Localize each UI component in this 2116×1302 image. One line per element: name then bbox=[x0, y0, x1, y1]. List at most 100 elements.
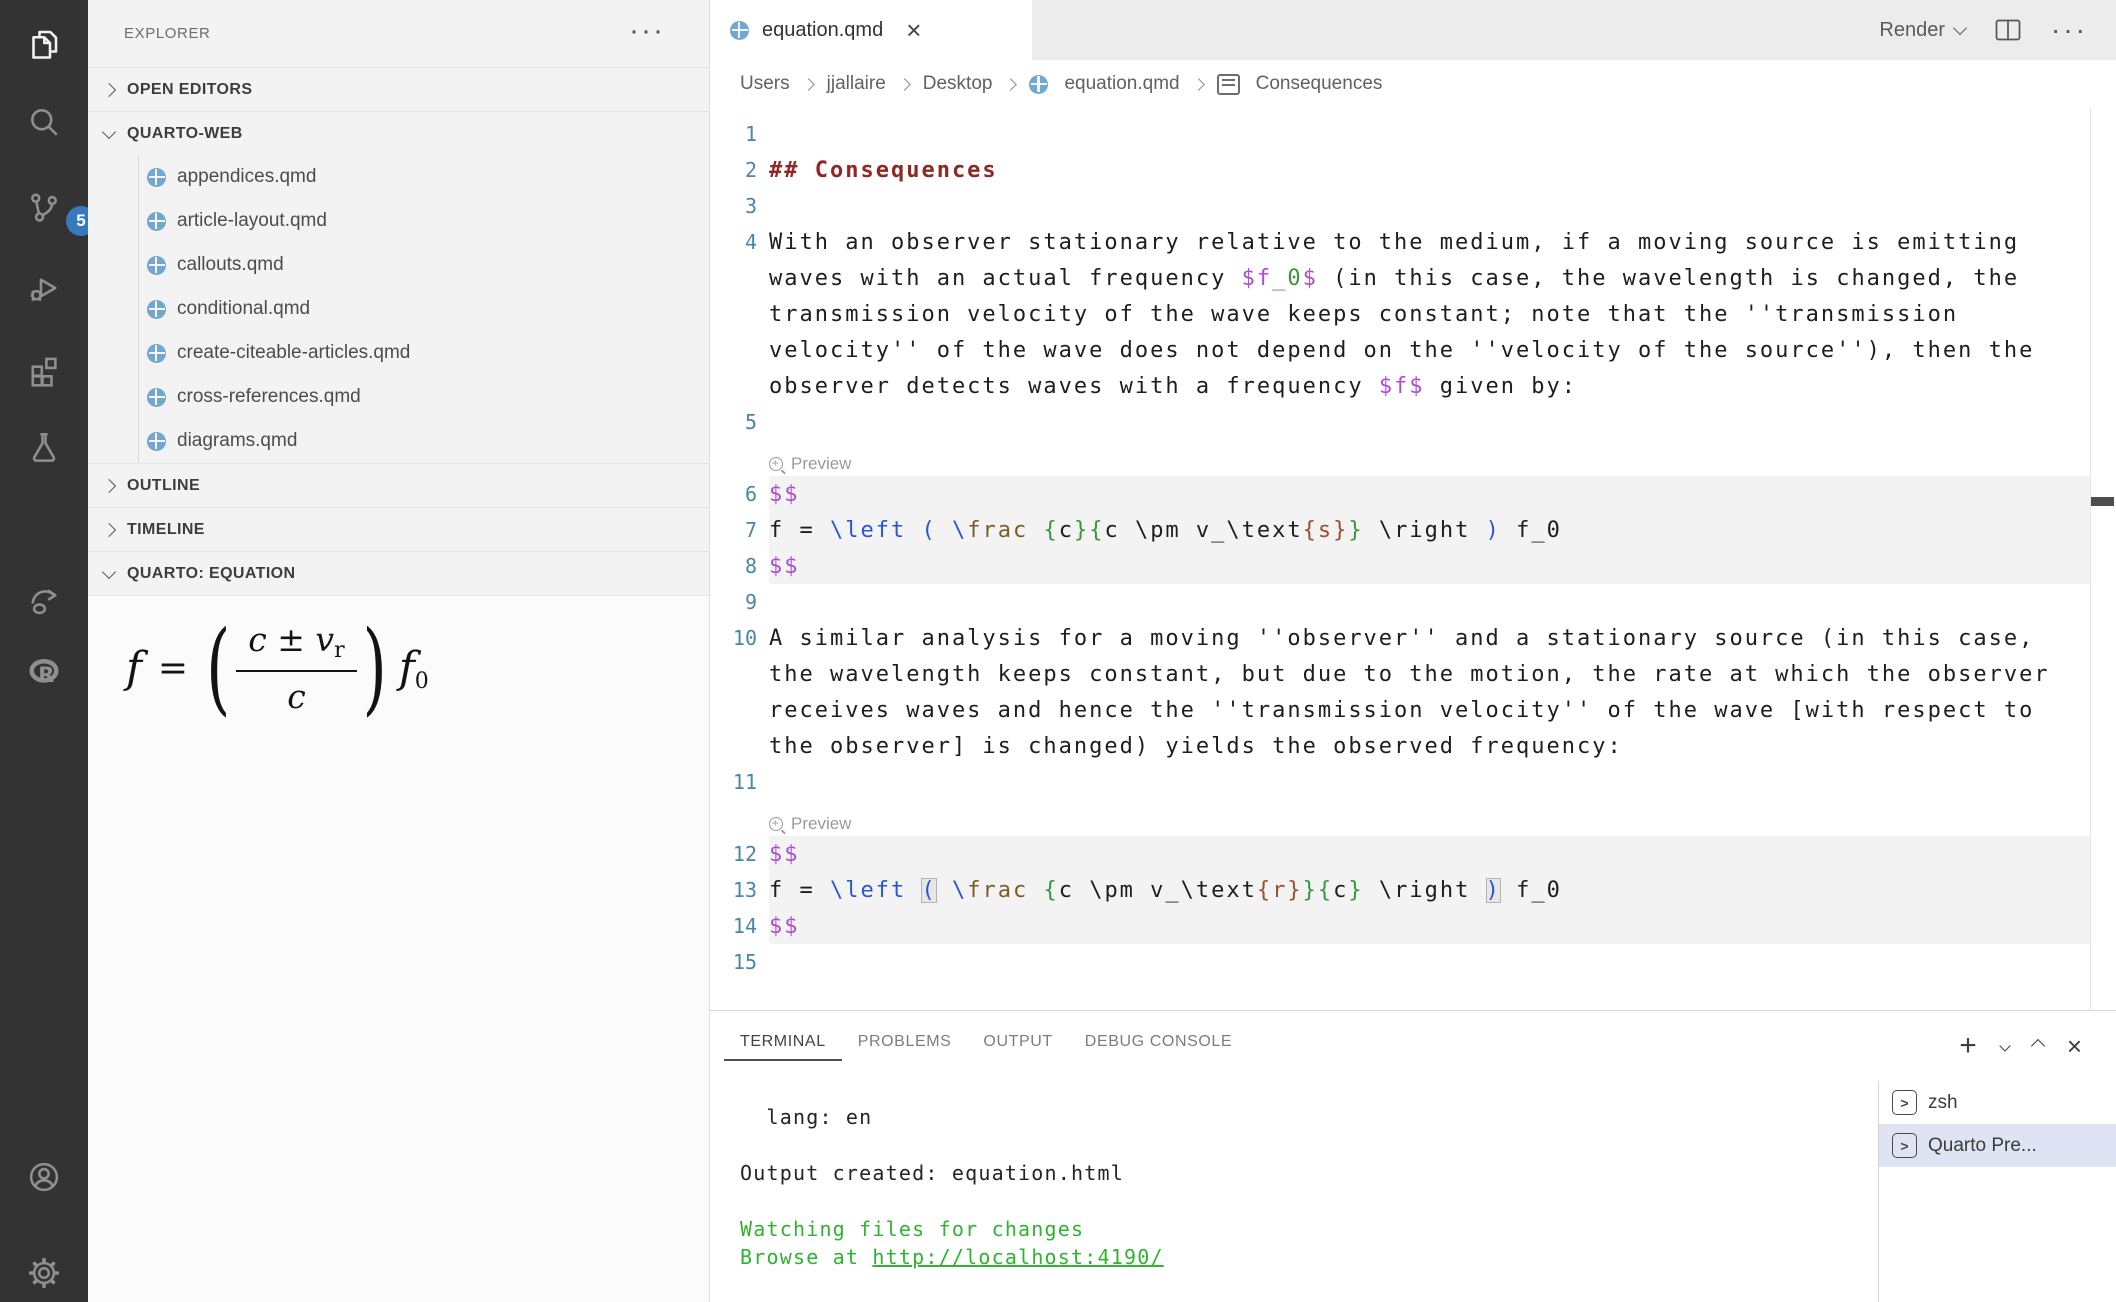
breadcrumb-section[interactable]: Consequences bbox=[1256, 73, 1383, 95]
codelens-preview-link[interactable]: Preview bbox=[769, 454, 851, 476]
file-name: create-citeable-articles.qmd bbox=[177, 342, 410, 364]
code-line: 3 bbox=[710, 188, 2116, 224]
terminal-instance-label: Quarto Pre... bbox=[1928, 1135, 2037, 1157]
explorer-icon[interactable] bbox=[26, 26, 62, 62]
run-and-debug-icon[interactable] bbox=[26, 270, 62, 306]
file-name: appendices.qmd bbox=[177, 166, 316, 188]
quarto-file-icon bbox=[147, 388, 166, 407]
extensions-icon[interactable] bbox=[26, 352, 62, 388]
section-quarto-equation[interactable]: QUARTO: EQUATION bbox=[88, 551, 709, 595]
code-line: 15 bbox=[710, 944, 2116, 980]
line-number: 2 bbox=[710, 158, 769, 182]
file-item[interactable]: create-citeable-articles.qmd bbox=[88, 331, 709, 375]
panel-tab-problems[interactable]: PROBLEMS bbox=[842, 1017, 968, 1061]
file-item[interactable]: diagrams.qmd bbox=[88, 419, 709, 463]
file-item[interactable]: article-layout.qmd bbox=[88, 199, 709, 243]
terminal-output[interactable]: lang: enOutput created: equation.htmlWat… bbox=[710, 1067, 1900, 1302]
panel-tab-output[interactable]: OUTPUT bbox=[967, 1017, 1068, 1061]
terminal-profile-dropdown-icon[interactable] bbox=[2001, 1037, 2009, 1055]
quarto-file-icon bbox=[730, 21, 749, 40]
code-line: the observer] is changed) yields the obs… bbox=[710, 728, 2116, 764]
line-number: 4 bbox=[710, 230, 769, 254]
code-editor[interactable]: 12## Consequences34With an observer stat… bbox=[710, 108, 2116, 1018]
terminal-list: >zsh>Quarto Pre... bbox=[1878, 1081, 2116, 1302]
code-line: 8$$ bbox=[710, 548, 2116, 584]
section-quarto-web[interactable]: QUARTO-WEB bbox=[88, 111, 709, 155]
breadcrumb: Users jjallaire Desktop equation.qmd Con… bbox=[710, 60, 2116, 108]
rendered-equation: f = ( c ± vr c ) f0 bbox=[126, 620, 429, 716]
breadcrumb-users[interactable]: Users bbox=[740, 73, 790, 95]
code-line: 14$$ bbox=[710, 908, 2116, 944]
file-item[interactable]: callouts.qmd bbox=[88, 243, 709, 287]
editor-group: equation.qmd × Render ··· Users jjallair… bbox=[710, 0, 2116, 1302]
close-panel-icon[interactable]: × bbox=[2067, 1033, 2082, 1059]
source-control-icon[interactable]: 5 bbox=[26, 190, 62, 226]
file-item[interactable]: cross-references.qmd bbox=[88, 375, 709, 419]
breadcrumb-desktop[interactable]: Desktop bbox=[923, 73, 993, 95]
chevron-right-icon bbox=[1005, 78, 1018, 91]
editor-more-actions-icon[interactable]: ··· bbox=[2051, 14, 2088, 46]
terminal-line bbox=[740, 1133, 1900, 1161]
split-editor-icon[interactable] bbox=[1995, 19, 2021, 41]
quarto-file-icon bbox=[147, 432, 166, 451]
panel-tab-debug-console[interactable]: DEBUG CONSOLE bbox=[1069, 1017, 1248, 1061]
code-line: 6$$ bbox=[710, 476, 2116, 512]
r-language-icon[interactable]: R bbox=[26, 654, 62, 690]
overview-ruler[interactable] bbox=[2090, 108, 2091, 1010]
vscode-window: 5 bbox=[0, 0, 2116, 1302]
codelens-preview-link[interactable]: Preview bbox=[769, 814, 851, 836]
breadcrumb-jjallaire[interactable]: jjallaire bbox=[827, 73, 886, 95]
line-number: 1 bbox=[710, 122, 769, 146]
terminal-link[interactable]: http://localhost:4190/ bbox=[872, 1245, 1163, 1269]
sidebar-title: EXPLORER ··· bbox=[88, 0, 709, 67]
section-outline[interactable]: OUTLINE bbox=[88, 463, 709, 507]
bottom-panel: TERMINALPROBLEMSOUTPUTDEBUG CONSOLE + × … bbox=[710, 1010, 2116, 1302]
tab-equation-qmd[interactable]: equation.qmd × bbox=[710, 0, 1032, 60]
code-line: observer detects waves with a frequency … bbox=[710, 368, 2116, 404]
terminal-line bbox=[740, 1189, 1900, 1217]
sidebar-more-actions-icon[interactable]: ··· bbox=[629, 14, 665, 48]
line-number: 12 bbox=[710, 842, 769, 866]
tab-close-icon[interactable]: × bbox=[906, 17, 921, 43]
new-terminal-icon[interactable]: + bbox=[1959, 1031, 1977, 1061]
code-line: 1 bbox=[710, 116, 2116, 152]
overview-ruler-mark bbox=[2091, 497, 2114, 506]
code-line: transmission velocity of the wave keeps … bbox=[710, 296, 2116, 332]
chevron-down-icon bbox=[102, 124, 116, 138]
settings-gear-icon[interactable] bbox=[26, 1255, 62, 1291]
svg-text:R: R bbox=[38, 663, 54, 687]
accounts-icon[interactable] bbox=[26, 1159, 62, 1195]
line-number: 5 bbox=[710, 410, 769, 434]
line-number: 7 bbox=[710, 518, 769, 542]
chevron-down-icon bbox=[102, 564, 116, 578]
terminal-instance-quarto-pre-[interactable]: >Quarto Pre... bbox=[1879, 1124, 2116, 1167]
code-line: waves with an actual frequency $f_0$ (in… bbox=[710, 260, 2116, 296]
code-line: velocity'' of the wave does not depend o… bbox=[710, 332, 2116, 368]
file-item[interactable]: conditional.qmd bbox=[88, 287, 709, 331]
code-line: 12$$ bbox=[710, 836, 2116, 872]
search-icon[interactable] bbox=[26, 104, 62, 140]
quarto-file-icon bbox=[147, 212, 166, 231]
zoom-in-icon bbox=[769, 457, 783, 471]
code-line: the wavelength keeps constant, but due t… bbox=[710, 656, 2116, 692]
section-timeline[interactable]: TIMELINE bbox=[88, 507, 709, 551]
terminal-line: Browse at http://localhost:4190/ bbox=[740, 1245, 1900, 1273]
quarto-preview-icon[interactable] bbox=[26, 584, 62, 620]
section-open-editors[interactable]: OPEN EDITORS bbox=[88, 67, 709, 111]
code-line: 2## Consequences bbox=[710, 152, 2116, 188]
file-item[interactable]: appendices.qmd bbox=[88, 155, 709, 199]
zoom-in-icon bbox=[769, 817, 783, 831]
terminal-instance-zsh[interactable]: >zsh bbox=[1879, 1081, 2116, 1124]
file-name: conditional.qmd bbox=[177, 298, 310, 320]
render-button[interactable]: Render bbox=[1879, 19, 1965, 42]
chevron-right-icon bbox=[802, 78, 815, 91]
panel-tab-terminal[interactable]: TERMINAL bbox=[724, 1017, 842, 1061]
equation-preview-panel: f = ( c ± vr c ) f0 bbox=[88, 595, 709, 1302]
testing-beaker-icon[interactable] bbox=[26, 429, 62, 465]
line-number: 15 bbox=[710, 950, 769, 974]
breadcrumb-file[interactable]: equation.qmd bbox=[1064, 73, 1179, 95]
line-number: 9 bbox=[710, 590, 769, 614]
maximize-panel-icon[interactable] bbox=[2033, 1037, 2043, 1056]
chevron-right-icon bbox=[102, 82, 116, 96]
chevron-right-icon bbox=[102, 478, 116, 492]
